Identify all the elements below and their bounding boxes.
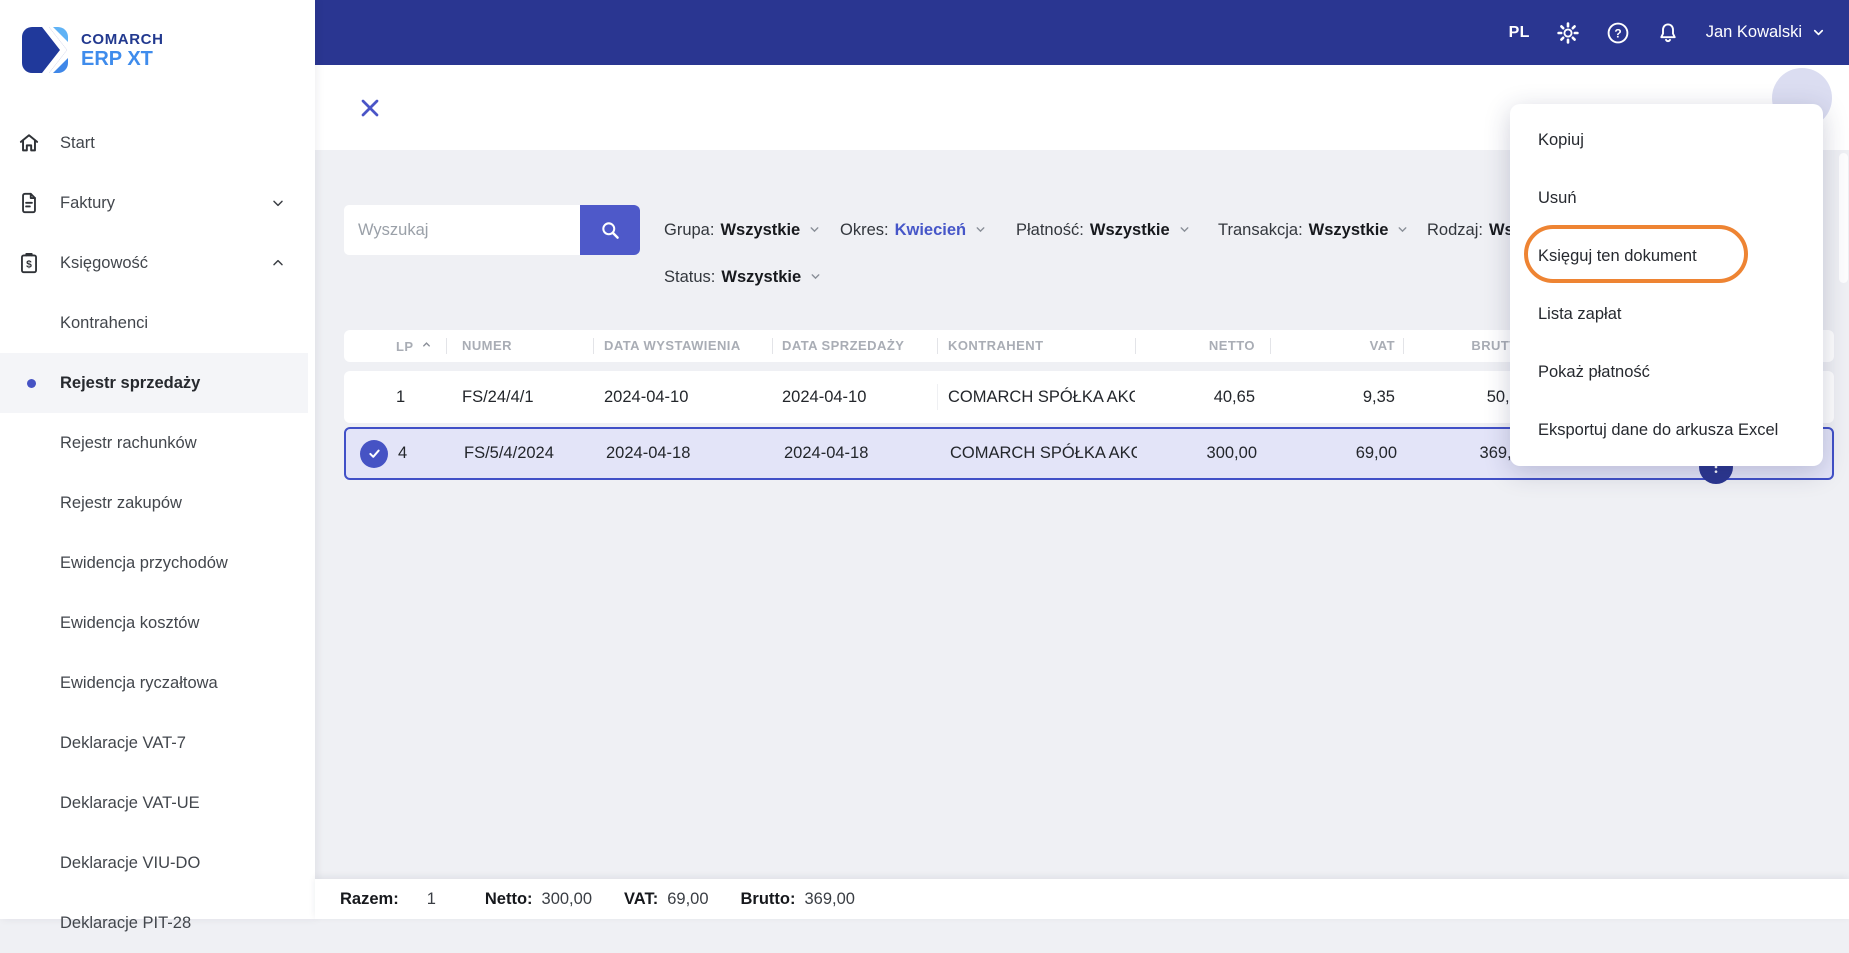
- cell-kontrahent: COMARCH SPÓŁKA AKCYJNA: [950, 444, 1137, 462]
- chevron-down-icon: [810, 226, 819, 232]
- sidebar-item-start[interactable]: Start: [0, 113, 308, 173]
- cell-netto: 300,00: [1206, 444, 1257, 462]
- filter-transakcja[interactable]: Transakcja: Wszystkie: [1218, 205, 1409, 255]
- cell-data-wystawienia: 2024-04-18: [606, 444, 691, 462]
- column-header-data-sprzedazy[interactable]: DATA SPRZEDAŻY: [782, 330, 932, 362]
- menu-item-kopiuj[interactable]: Kopiuj: [1510, 111, 1823, 169]
- cell-data-sprzedazy: 2024-04-18: [784, 444, 869, 462]
- column-header-numer[interactable]: NUMER: [462, 330, 592, 362]
- menu-item-usun[interactable]: Usuń: [1510, 169, 1823, 227]
- cell-netto: 40,65: [1213, 388, 1255, 406]
- help-icon[interactable]: ?: [1606, 21, 1630, 45]
- active-item-dot: [27, 378, 36, 388]
- menu-item-pokaz-platnosc[interactable]: Pokaż płatność: [1510, 343, 1823, 401]
- close-icon[interactable]: [359, 97, 381, 119]
- sidebar: COMARCH ERP XT Start Faktury $ Księgowoś…: [0, 0, 315, 932]
- filter-okres[interactable]: Okres: Kwiecień: [840, 205, 987, 255]
- chevron-down-icon: [1399, 226, 1407, 232]
- sidebar-item-kontrahenci[interactable]: Kontrahenci: [0, 293, 308, 353]
- cell-numer: FS/24/4/1: [462, 388, 534, 406]
- menu-item-lista-zaplat[interactable]: Lista zapłat: [1510, 285, 1823, 343]
- sidebar-item-rejestr-zakupow[interactable]: Rejestr zakupów: [0, 473, 308, 533]
- sidebar-item-faktury[interactable]: Faktury: [0, 173, 308, 233]
- summary-vat: VAT: 69,00: [624, 889, 709, 908]
- menu-item-eksportuj-excel[interactable]: Eksportuj dane do arkusza Excel: [1510, 401, 1823, 459]
- menu-item-ksieguj-ten-dokument[interactable]: Księguj ten dokument: [1510, 227, 1823, 285]
- column-header-vat[interactable]: VAT: [1280, 330, 1395, 362]
- cell-vat: 9,35: [1362, 388, 1395, 406]
- cell-data-wystawienia: 2024-04-10: [604, 388, 689, 406]
- chevron-down-icon: [811, 273, 820, 279]
- sidebar-item-ewidencja-ryczaltowa[interactable]: Ewidencja ryczałtowa: [0, 653, 308, 713]
- brand-name: COMARCH: [81, 30, 164, 48]
- sidebar-item-ewidencja-przychodow[interactable]: Ewidencja przychodów: [0, 533, 308, 593]
- chevron-down-icon: [1180, 226, 1189, 232]
- home-icon: [19, 134, 39, 152]
- chevron-down-icon: [976, 226, 985, 232]
- invoice-icon: [22, 192, 36, 214]
- column-header-data-wystawienia[interactable]: DATA WYSTAWIENIA: [604, 330, 769, 362]
- sort-asc-icon: [421, 330, 432, 362]
- bell-icon[interactable]: [1656, 21, 1680, 45]
- sidebar-item-deklaracje-vatue[interactable]: Deklaracje VAT-UE: [0, 773, 308, 833]
- cell-vat: 69,00: [1355, 444, 1397, 462]
- summary-bar: Razem: 1 Netto: 300,00 VAT: 69,00 Brutto: 36…: [315, 879, 1849, 919]
- sidebar-item-deklaracje-pit28[interactable]: Deklaracje PIT-28: [0, 893, 308, 953]
- cell-kontrahent: COMARCH SPÓŁKA AKCYJNA: [948, 388, 1135, 406]
- cell-lp: 4: [398, 444, 408, 462]
- sidebar-item-rejestr-rachunkow[interactable]: Rejestr rachunków: [0, 413, 308, 473]
- filter-status[interactable]: Status: Wszystkie: [664, 255, 822, 299]
- sidebar-item-rejestr-sprzedazy[interactable]: Rejestr sprzedaży: [0, 353, 308, 413]
- user-menu[interactable]: Jan Kowalski: [1706, 23, 1826, 42]
- chevron-down-icon: [273, 200, 283, 207]
- cell-data-sprzedazy: 2024-04-10: [782, 388, 867, 406]
- svg-text:?: ?: [1614, 26, 1621, 40]
- row-checked-icon[interactable]: [360, 439, 388, 468]
- cell-lp: 1: [396, 388, 406, 406]
- brand-product: ERP XT: [81, 47, 153, 70]
- scrollbar-thumb[interactable]: [1839, 153, 1848, 283]
- user-name: Jan Kowalski: [1705, 23, 1802, 41]
- sidebar-item-deklaracje-vat7[interactable]: Deklaracje VAT-7: [0, 713, 308, 773]
- summary-razem: Razem: 1: [340, 889, 436, 908]
- chevron-down-icon: [1813, 29, 1824, 36]
- filter-grupa[interactable]: Grupa: Wszystkie: [664, 205, 821, 255]
- app-logo[interactable]: COMARCH ERP XT: [22, 27, 164, 73]
- column-header-kontrahent[interactable]: KONTRAHENT: [948, 330, 1135, 362]
- svg-text:$: $: [26, 260, 32, 271]
- language-selector[interactable]: PL: [1509, 24, 1530, 42]
- sidebar-item-deklaracje-viudo[interactable]: Deklaracje VIU-DO: [0, 833, 308, 893]
- ledger-icon: $: [21, 252, 37, 274]
- column-header-netto[interactable]: NETTO: [1140, 330, 1255, 362]
- column-header-lp[interactable]: LP: [396, 330, 430, 362]
- chevron-up-icon: [273, 259, 283, 266]
- summary-brutto: Brutto: 369,00: [740, 889, 855, 908]
- summary-netto: Netto: 300,00: [484, 889, 592, 908]
- filter-platnosc[interactable]: Płatność: Wszystkie: [1016, 205, 1191, 255]
- gear-icon[interactable]: [1556, 21, 1580, 45]
- topbar-right-cluster: PL ? Jan Kowalski: [1509, 0, 1826, 65]
- sidebar-item-ksiegowosc[interactable]: $ Księgowość: [0, 233, 308, 293]
- comarch-erp-xt-logo-icon: [22, 27, 68, 73]
- sidebar-item-ewidencja-kosztow[interactable]: Ewidencja kosztów: [0, 593, 308, 653]
- context-menu: Kopiuj Usuń Księguj ten dokument Lista z…: [1510, 104, 1823, 466]
- cell-numer: FS/5/4/2024: [464, 444, 554, 462]
